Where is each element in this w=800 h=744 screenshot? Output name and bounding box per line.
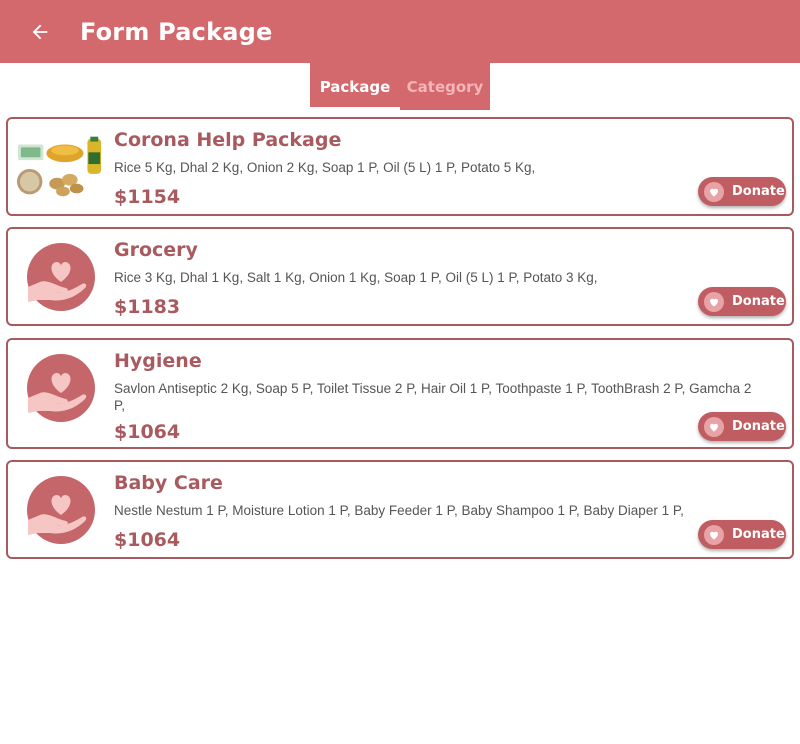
heart-hand-icon — [16, 470, 106, 550]
package-description: Nestle Nestum 1 P, Moisture Lotion 1 P, … — [114, 503, 684, 518]
heart-hand-icon — [16, 348, 106, 428]
donate-button[interactable]: Donate — [698, 287, 786, 316]
heart-hand-icon — [16, 237, 106, 317]
package-description: Rice 5 Kg, Dhal 2 Kg, Onion 2 Kg, Soap 1… — [114, 160, 536, 175]
heart-hand-icon — [704, 291, 724, 312]
donate-label: Donate — [732, 419, 785, 434]
donate-label: Donate — [732, 527, 785, 542]
tab-package[interactable]: Package — [310, 63, 400, 110]
package-card-hygiene[interactable]: Hygiene Savlon Antiseptic 2 Kg, Soap 5 P… — [6, 338, 794, 449]
package-card-grocery[interactable]: Grocery Rice 3 Kg, Dhal 1 Kg, Salt 1 Kg,… — [6, 227, 794, 326]
donate-button[interactable]: Donate — [698, 520, 786, 549]
package-title: Grocery — [114, 239, 198, 261]
package-description: Rice 3 Kg, Dhal 1 Kg, Salt 1 Kg, Onion 1… — [114, 270, 598, 285]
package-title: Baby Care — [114, 472, 223, 494]
heart-hand-icon — [704, 524, 724, 545]
page-title: Form Package — [80, 17, 273, 46]
package-price: $1154 — [114, 186, 181, 208]
package-description: Savlon Antiseptic 2 Kg, Soap 5 P, Toilet… — [114, 381, 752, 413]
donate-button[interactable]: Donate — [698, 177, 786, 206]
package-card-baby-care[interactable]: Baby Care Nestle Nestum 1 P, Moisture Lo… — [6, 460, 794, 559]
donate-label: Donate — [732, 294, 785, 309]
app-bar: Form Package — [0, 0, 800, 63]
heart-hand-icon — [704, 416, 724, 437]
package-title: Hygiene — [114, 350, 202, 372]
package-price: $1064 — [114, 529, 181, 551]
tab-bar: Package Category — [310, 63, 490, 110]
tab-category[interactable]: Category — [400, 63, 490, 110]
package-price: $1064 — [114, 421, 181, 443]
heart-hand-icon — [704, 181, 724, 202]
package-card-corona-help[interactable]: Corona Help Package Rice 5 Kg, Dhal 2 Kg… — [6, 117, 794, 216]
package-price: $1183 — [114, 296, 181, 318]
arrow-left-icon — [32, 24, 48, 39]
donate-button[interactable]: Donate — [698, 412, 786, 441]
groceries-photo — [16, 127, 106, 207]
package-title: Corona Help Package — [114, 129, 342, 151]
back-button[interactable] — [20, 12, 60, 52]
donate-label: Donate — [732, 184, 785, 199]
